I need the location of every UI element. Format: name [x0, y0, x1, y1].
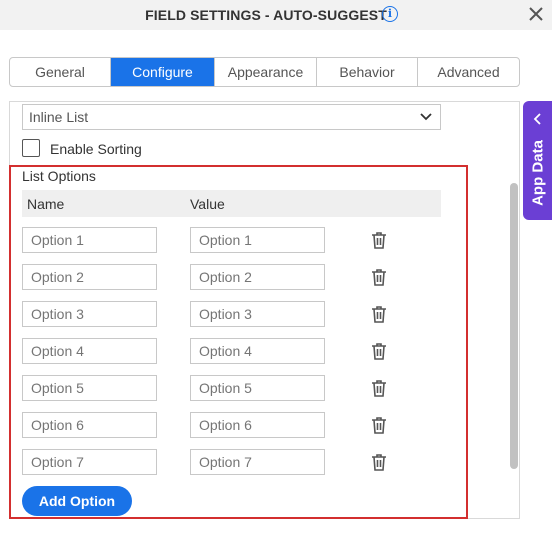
option-value-input[interactable]: [190, 264, 325, 290]
option-value-input[interactable]: [190, 338, 325, 364]
chevron-left-icon: [533, 113, 541, 125]
tab-behavior[interactable]: Behavior: [317, 58, 418, 86]
info-icon[interactable]: i: [382, 6, 398, 22]
dialog-title-text: FIELD SETTINGS - AUTO-SUGGEST: [145, 7, 387, 23]
add-option-button[interactable]: Add Option: [22, 486, 132, 516]
enable-sorting-checkbox[interactable]: [22, 139, 40, 157]
dialog-title: FIELD SETTINGS - AUTO-SUGGEST: [0, 7, 552, 23]
column-header-name: Name: [27, 196, 65, 212]
source-select-value: Inline List: [29, 109, 89, 125]
app-data-label: App Data: [529, 140, 547, 206]
trash-icon[interactable]: [371, 231, 387, 249]
option-name-input[interactable]: [22, 412, 157, 438]
list-options-title: List Options: [22, 168, 96, 184]
option-name-input[interactable]: [22, 264, 157, 290]
trash-icon[interactable]: [371, 416, 387, 434]
tab-appearance[interactable]: Appearance: [215, 58, 317, 86]
option-value-input[interactable]: [190, 227, 325, 253]
enable-sorting-label: Enable Sorting: [50, 141, 142, 157]
column-header-value: Value: [190, 196, 225, 212]
trash-icon[interactable]: [371, 453, 387, 471]
option-value-input[interactable]: [190, 375, 325, 401]
trash-icon[interactable]: [371, 268, 387, 286]
source-select[interactable]: Inline List: [22, 104, 441, 130]
option-value-input[interactable]: [190, 301, 325, 327]
chevron-down-icon: [420, 113, 432, 121]
app-data-tab[interactable]: App Data: [523, 101, 552, 220]
tab-configure[interactable]: Configure: [111, 58, 215, 86]
trash-icon[interactable]: [371, 305, 387, 323]
option-value-input[interactable]: [190, 412, 325, 438]
option-value-input[interactable]: [190, 449, 325, 475]
option-name-input[interactable]: [22, 301, 157, 327]
option-name-input[interactable]: [22, 338, 157, 364]
tab-general[interactable]: General: [10, 58, 111, 86]
trash-icon[interactable]: [371, 342, 387, 360]
option-name-input[interactable]: [22, 227, 157, 253]
dialog-header: FIELD SETTINGS - AUTO-SUGGEST i: [0, 0, 552, 30]
panel-scrollbar[interactable]: [510, 183, 518, 469]
list-options-header: Name Value: [22, 190, 441, 217]
trash-icon[interactable]: [371, 379, 387, 397]
option-name-input[interactable]: [22, 375, 157, 401]
close-icon[interactable]: [529, 7, 543, 21]
tab-advanced[interactable]: Advanced: [418, 58, 519, 86]
settings-tabs: General Configure Appearance Behavior Ad…: [9, 57, 520, 87]
option-name-input[interactable]: [22, 449, 157, 475]
